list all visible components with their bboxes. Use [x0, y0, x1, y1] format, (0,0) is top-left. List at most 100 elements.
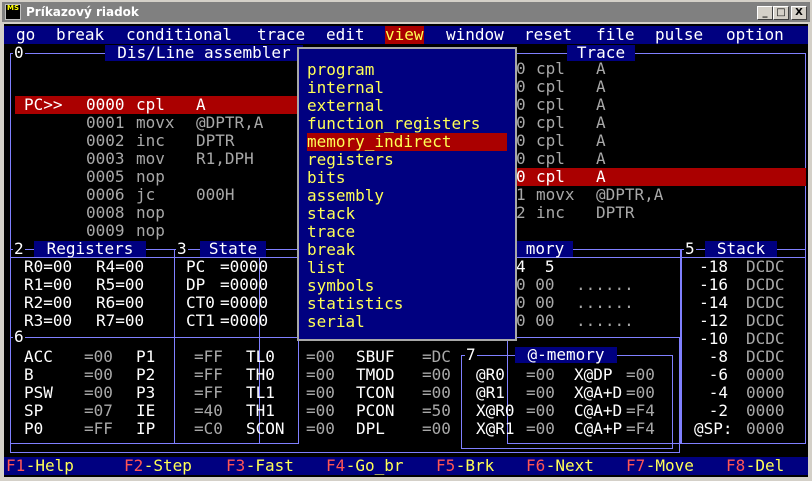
view-menu-item-registers[interactable]: registers [307, 151, 507, 169]
view-menu-item-stack[interactable]: stack [307, 205, 507, 223]
atmem-value[interactable]: =00 [626, 366, 655, 384]
disasm-address[interactable]: 0002 [86, 132, 125, 150]
maximize-button[interactable]: □ [773, 6, 789, 20]
menu-edit[interactable]: edit [326, 26, 365, 44]
sfr-name: TCON [356, 383, 395, 402]
menu-file[interactable]: file [596, 26, 635, 44]
view-menu-item-function-registers[interactable]: function_registers [307, 115, 507, 133]
atmem-value[interactable]: =00 [526, 402, 555, 420]
sfr-name: TMOD [356, 365, 395, 384]
sfr-value[interactable]: =FF [194, 348, 223, 366]
view-menu-item-bits[interactable]: bits [307, 169, 507, 187]
menu-break[interactable]: break [56, 26, 104, 44]
disasm-address[interactable]: 0003 [86, 150, 125, 168]
view-menu-item-memory-indirect[interactable]: memory_indirect [307, 133, 507, 151]
sfr-value[interactable]: =50 [422, 402, 451, 420]
view-menu-item-internal[interactable]: internal [307, 79, 507, 97]
sfr-value[interactable]: =00 [306, 384, 335, 402]
trace-index: 0 [516, 149, 526, 168]
sfr-value[interactable]: =FF [84, 420, 113, 438]
view-menu-item-serial[interactable]: serial [307, 313, 507, 331]
view-menu-item-break[interactable]: break [307, 241, 507, 259]
disasm-address[interactable]: 0005 [86, 168, 125, 186]
stack-offset: -4 [708, 383, 728, 402]
fkey-f7[interactable]: F7 [626, 457, 645, 475]
sfr-value[interactable]: =00 [306, 402, 335, 420]
state-value[interactable]: =0000 [220, 294, 268, 312]
disasm-address[interactable]: 0000 [86, 96, 125, 114]
sfr-value[interactable]: =00 [422, 384, 451, 402]
console-area: go break conditional trace edit view window res… [4, 24, 808, 477]
sfr-value[interactable]: =00 [84, 366, 113, 384]
title-bar[interactable]: MS Príkazový riadok _ □ X [2, 2, 810, 22]
state-value[interactable]: =0000 [220, 276, 268, 294]
menu-trace[interactable]: trace [257, 26, 305, 44]
disasm-address[interactable]: 0008 [86, 204, 125, 222]
fkey-f4[interactable]: F4 [326, 457, 345, 475]
fkey-f6[interactable]: F6 [526, 457, 545, 475]
minimize-button[interactable]: _ [757, 6, 773, 20]
stack-value: 0000 [746, 401, 785, 420]
atmem-value[interactable]: =00 [626, 384, 655, 402]
sfr-value[interactable]: =00 [422, 366, 451, 384]
register-value[interactable]: R5=00 [96, 276, 144, 294]
fkey-f1[interactable]: F1 [6, 457, 25, 475]
menu-view[interactable]: view [385, 26, 424, 44]
sfr-value[interactable]: =00 [306, 366, 335, 384]
view-menu-item-symbols[interactable]: symbols [307, 277, 507, 295]
register-value[interactable]: R1=00 [24, 276, 72, 294]
view-menu-item-program[interactable]: program [307, 61, 507, 79]
view-menu-item-statistics[interactable]: statistics [307, 295, 507, 313]
disasm-address[interactable]: 0001 [86, 114, 125, 132]
sfr-value[interactable]: =00 [306, 348, 335, 366]
sfr-value[interactable]: =FF [194, 384, 223, 402]
disasm-address[interactable]: 0009 [86, 222, 125, 240]
sfr-value[interactable]: =40 [194, 402, 223, 420]
memory-header: 4 5 [516, 257, 555, 276]
disasm-opcode: nop [136, 221, 165, 240]
state-value[interactable]: =0000 [220, 258, 268, 276]
stack-offset: -18 [699, 257, 728, 276]
sfr-value[interactable]: =00 [306, 420, 335, 438]
sfr-name: PCON [356, 401, 395, 420]
sfr-value[interactable]: =07 [84, 402, 113, 420]
menu-option[interactable]: option [726, 26, 784, 44]
atmem-value[interactable]: =00 [526, 366, 555, 384]
register-value[interactable]: R0=00 [24, 258, 72, 276]
view-menu-item-external[interactable]: external [307, 97, 507, 115]
menu-pulse[interactable]: pulse [655, 26, 703, 44]
menu-window[interactable]: window [446, 26, 504, 44]
register-value[interactable]: R3=00 [24, 312, 72, 330]
sfr-value[interactable]: =00 [84, 384, 113, 402]
disasm-address[interactable]: 0006 [86, 186, 125, 204]
state-value[interactable]: =0000 [220, 312, 268, 330]
memory-title: mory [517, 241, 573, 257]
sfr-value[interactable]: =FF [194, 366, 223, 384]
fkey-f2[interactable]: F2 [124, 457, 143, 475]
sfr-value[interactable]: =C0 [194, 420, 223, 438]
fkey-f3[interactable]: F3 [226, 457, 245, 475]
view-menu-item-assembly[interactable]: assembly [307, 187, 507, 205]
sfr-value[interactable]: =00 [84, 348, 113, 366]
atmem-value[interactable]: =F4 [626, 402, 655, 420]
menu-reset[interactable]: reset [524, 26, 572, 44]
atmem-value[interactable]: =00 [526, 420, 555, 438]
view-menu-item-list[interactable]: list [307, 259, 507, 277]
register-value[interactable]: R4=00 [96, 258, 144, 276]
atmem-value[interactable]: =F4 [626, 420, 655, 438]
sfr-value[interactable]: =DC [422, 348, 451, 366]
menu-conditional[interactable]: conditional [126, 26, 232, 44]
window-title: Príkazový riadok [26, 5, 139, 19]
menu-go[interactable]: go [16, 26, 35, 44]
view-menu-item-trace[interactable]: trace [307, 223, 507, 241]
close-button[interactable]: X [791, 6, 807, 20]
fkey-f5[interactable]: F5 [436, 457, 455, 475]
fkey-label: -Go_br [345, 456, 404, 475]
register-value[interactable]: R2=00 [24, 294, 72, 312]
sfr-value[interactable]: =00 [422, 420, 451, 438]
stack-offset: -12 [699, 311, 728, 330]
fkey-f8[interactable]: F8 [726, 457, 745, 475]
atmem-value[interactable]: =00 [526, 384, 555, 402]
register-value[interactable]: R6=00 [96, 294, 144, 312]
register-value[interactable]: R7=00 [96, 312, 144, 330]
